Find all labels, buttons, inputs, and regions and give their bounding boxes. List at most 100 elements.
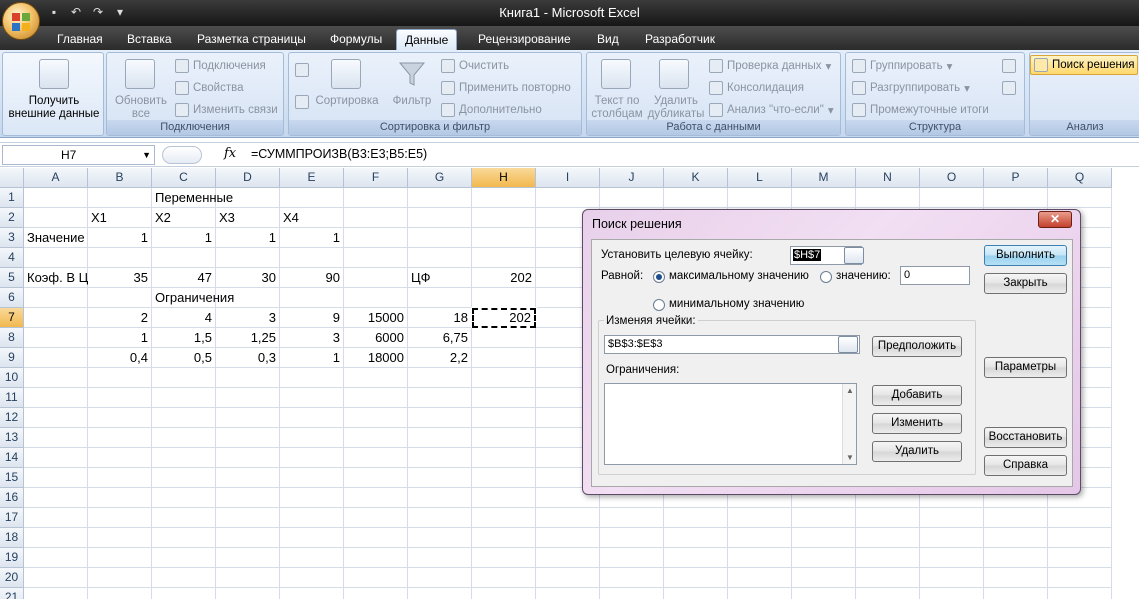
cell-C21[interactable] — [152, 588, 216, 599]
cell-E10[interactable] — [280, 368, 344, 388]
cell-H9[interactable] — [472, 348, 536, 368]
cell-D20[interactable] — [216, 568, 280, 588]
column-header-G[interactable]: G — [408, 168, 472, 188]
cell-B6[interactable] — [88, 288, 152, 308]
cell-O18[interactable] — [920, 528, 984, 548]
tab-view[interactable]: Вид — [593, 29, 623, 50]
cell-F2[interactable] — [344, 208, 408, 228]
cell-N1[interactable] — [856, 188, 920, 208]
name-box[interactable]: H7 ▼ — [2, 145, 155, 165]
options-button[interactable]: Параметры — [984, 357, 1067, 378]
row-header-7[interactable]: 7 — [0, 308, 24, 328]
cell-I21[interactable] — [536, 588, 600, 599]
sort-button[interactable]: Сортировка — [311, 95, 383, 108]
cell-G10[interactable] — [408, 368, 472, 388]
cell-B5[interactable]: 35 — [88, 268, 152, 288]
row-header-17[interactable]: 17 — [0, 508, 24, 528]
cell-A9[interactable] — [24, 348, 88, 368]
cell-E20[interactable] — [280, 568, 344, 588]
cell-H13[interactable] — [472, 428, 536, 448]
cell-B11[interactable] — [88, 388, 152, 408]
what-if-button[interactable]: Анализ "что-если" ▾ — [709, 103, 834, 117]
tab-home[interactable]: Главная — [53, 29, 107, 50]
row-header-10[interactable]: 10 — [0, 368, 24, 388]
solver-button[interactable]: Поиск решения — [1030, 55, 1139, 75]
cell-K1[interactable] — [664, 188, 728, 208]
cell-D9[interactable]: 0,3 — [216, 348, 280, 368]
cell-F20[interactable] — [344, 568, 408, 588]
cell-G5[interactable]: ЦФ — [408, 268, 472, 288]
cell-E17[interactable] — [280, 508, 344, 528]
tab-review[interactable]: Рецензирование — [474, 29, 575, 50]
cell-G9[interactable]: 2,2 — [408, 348, 472, 368]
cell-A1[interactable] — [24, 188, 88, 208]
tab-developer[interactable]: Разработчик — [641, 29, 719, 50]
cell-H10[interactable] — [472, 368, 536, 388]
cell-J20[interactable] — [600, 568, 664, 588]
row-header-20[interactable]: 20 — [0, 568, 24, 588]
value-of-input[interactable]: 0 — [900, 266, 970, 285]
row-header-21[interactable]: 21 — [0, 588, 24, 599]
cell-N17[interactable] — [856, 508, 920, 528]
row-header-5[interactable]: 5 — [0, 268, 24, 288]
cell-J1[interactable] — [600, 188, 664, 208]
cell-G3[interactable] — [408, 228, 472, 248]
cell-A10[interactable] — [24, 368, 88, 388]
cell-D2[interactable]: X3 — [216, 208, 280, 228]
reapply-button[interactable]: Применить повторно — [441, 81, 571, 95]
cell-L1[interactable] — [728, 188, 792, 208]
cell-D18[interactable] — [216, 528, 280, 548]
formula-bar-grip[interactable] — [162, 146, 202, 164]
cell-B18[interactable] — [88, 528, 152, 548]
cell-H5[interactable]: 202 — [472, 268, 536, 288]
cell-P18[interactable] — [984, 528, 1048, 548]
data-validation-button[interactable]: Проверка данных ▾ — [709, 59, 831, 73]
row-header-8[interactable]: 8 — [0, 328, 24, 348]
column-header-C[interactable]: C — [152, 168, 216, 188]
cell-A16[interactable] — [24, 488, 88, 508]
cell-A8[interactable] — [24, 328, 88, 348]
column-header-F[interactable]: F — [344, 168, 408, 188]
cell-M19[interactable] — [792, 548, 856, 568]
cell-M17[interactable] — [792, 508, 856, 528]
cell-B9[interactable]: 0,4 — [88, 348, 152, 368]
cell-F7[interactable]: 15000 — [344, 308, 408, 328]
cell-L19[interactable] — [728, 548, 792, 568]
collapse-dialog-icon[interactable] — [844, 247, 864, 264]
tab-page-layout[interactable]: Разметка страницы — [193, 29, 310, 50]
column-header-A[interactable]: A — [24, 168, 88, 188]
column-header-M[interactable]: M — [792, 168, 856, 188]
sort-desc-button[interactable] — [295, 95, 309, 109]
subtotal-button[interactable]: Промежуточные итоги — [852, 103, 989, 117]
cell-E5[interactable]: 90 — [280, 268, 344, 288]
cell-C9[interactable]: 0,5 — [152, 348, 216, 368]
cell-G6[interactable] — [408, 288, 472, 308]
cell-A15[interactable] — [24, 468, 88, 488]
cell-I19[interactable] — [536, 548, 600, 568]
cell-J18[interactable] — [600, 528, 664, 548]
cell-C18[interactable] — [152, 528, 216, 548]
delete-button[interactable]: Удалить — [872, 441, 962, 462]
cell-A4[interactable] — [24, 248, 88, 268]
cell-O20[interactable] — [920, 568, 984, 588]
row-header-19[interactable]: 19 — [0, 548, 24, 568]
cell-H3[interactable] — [472, 228, 536, 248]
cell-Q18[interactable] — [1048, 528, 1112, 548]
cell-A19[interactable] — [24, 548, 88, 568]
cell-B10[interactable] — [88, 368, 152, 388]
cell-E19[interactable] — [280, 548, 344, 568]
constraints-scrollbar[interactable]: ▲ ▼ — [842, 384, 856, 464]
cell-D19[interactable] — [216, 548, 280, 568]
cell-E3[interactable]: 1 — [280, 228, 344, 248]
cell-L17[interactable] — [728, 508, 792, 528]
row-header-18[interactable]: 18 — [0, 528, 24, 548]
cell-G13[interactable] — [408, 428, 472, 448]
column-header-L[interactable]: L — [728, 168, 792, 188]
cell-N20[interactable] — [856, 568, 920, 588]
cell-J17[interactable] — [600, 508, 664, 528]
cell-C3[interactable]: 1 — [152, 228, 216, 248]
cell-C2[interactable]: X2 — [152, 208, 216, 228]
cell-F8[interactable]: 6000 — [344, 328, 408, 348]
cell-F3[interactable] — [344, 228, 408, 248]
properties-button[interactable]: Свойства — [175, 81, 244, 95]
